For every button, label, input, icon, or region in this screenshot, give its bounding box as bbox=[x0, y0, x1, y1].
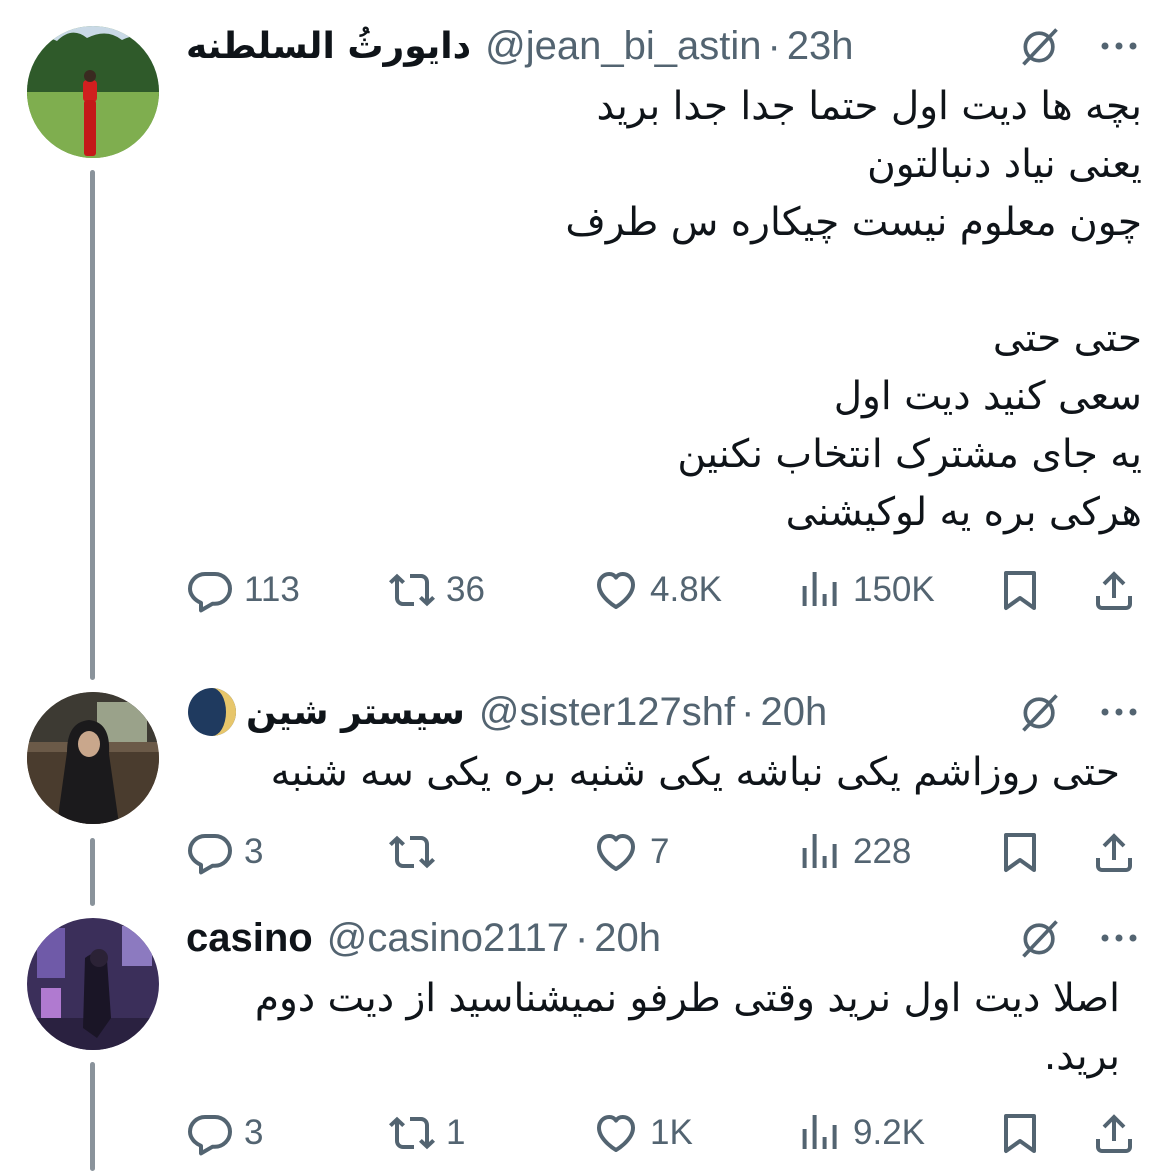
text-line: یه جای مشترک انتخاب نکنین bbox=[677, 432, 1142, 477]
reply-count: 3 bbox=[244, 832, 264, 871]
like-count: 7 bbox=[650, 832, 670, 871]
like-button[interactable]: 4.8K bbox=[592, 560, 722, 620]
bookmark-icon bbox=[996, 1109, 1044, 1157]
grok-icon[interactable] bbox=[1018, 24, 1062, 68]
bookmark-button[interactable] bbox=[996, 560, 1044, 620]
views-button[interactable]: 228 bbox=[795, 822, 911, 882]
more-icon[interactable] bbox=[1097, 928, 1141, 948]
repost-button[interactable]: 36 bbox=[388, 560, 485, 620]
timestamp[interactable]: 23h bbox=[787, 24, 854, 69]
text-line: برید. bbox=[1043, 1034, 1120, 1079]
reply-icon bbox=[186, 566, 234, 614]
views-count: 9.2K bbox=[853, 1113, 925, 1152]
avatar[interactable] bbox=[27, 26, 159, 158]
reply-icon bbox=[186, 1109, 234, 1157]
like-button[interactable]: 1K bbox=[592, 1103, 693, 1163]
separator-dot: · bbox=[741, 689, 755, 734]
share-button[interactable] bbox=[1090, 822, 1138, 882]
text-line: چون معلوم نیست چیکاره س طرف bbox=[565, 200, 1142, 245]
heart-icon bbox=[592, 828, 640, 876]
tweet-text: حتی روزاشم یکی نباشه یکی شنبه بره یکی سه… bbox=[271, 744, 1120, 802]
text-line: حتی حتی bbox=[992, 316, 1142, 361]
user-handle[interactable]: @jean_bi_astin bbox=[485, 24, 761, 69]
views-icon bbox=[795, 828, 843, 876]
views-icon bbox=[795, 566, 843, 614]
user-handle[interactable]: @sister127shf bbox=[479, 690, 735, 735]
repost-icon bbox=[388, 566, 436, 614]
grok-icon[interactable] bbox=[1018, 916, 1062, 960]
repost-icon bbox=[388, 828, 436, 876]
repost-button[interactable]: 1 bbox=[388, 1103, 465, 1163]
action-bar: 113 36 4.8K 150K bbox=[0, 560, 1170, 620]
separator-dot: · bbox=[767, 23, 781, 68]
user-handle[interactable]: @casino2117 bbox=[327, 916, 569, 961]
text-line: حتی روزاشم یکی نباشه یکی شنبه بره یکی سه… bbox=[270, 750, 1120, 795]
display-name[interactable]: سیستر شین bbox=[246, 692, 465, 733]
display-name[interactable]: casino bbox=[186, 916, 313, 961]
bookmark-icon bbox=[996, 828, 1044, 876]
repost-count: 1 bbox=[446, 1113, 466, 1152]
reply-count: 3 bbox=[244, 1113, 264, 1152]
tweet-header: دایورثُ السلطنه @jean_bi_astin · 23h bbox=[186, 18, 854, 74]
share-button[interactable] bbox=[1090, 560, 1138, 620]
share-icon bbox=[1090, 828, 1138, 876]
like-count: 1K bbox=[650, 1113, 693, 1152]
separator-dot: · bbox=[574, 915, 589, 960]
action-bar: 3 7 228 bbox=[0, 822, 1170, 882]
repost-count: 36 bbox=[446, 570, 485, 609]
text-line: یعنی نیاد دنبالتون bbox=[867, 142, 1142, 187]
views-button[interactable]: 9.2K bbox=[795, 1103, 925, 1163]
more-icon[interactable] bbox=[1097, 702, 1141, 722]
like-count: 4.8K bbox=[650, 570, 722, 609]
views-count: 228 bbox=[853, 832, 912, 871]
moon-badge-icon bbox=[188, 688, 236, 736]
views-icon bbox=[795, 1109, 843, 1157]
tweet-text: اصلا دیت اول نرید وقتی طرفو نمیشناسید از… bbox=[255, 970, 1120, 1086]
reply-button[interactable]: 113 bbox=[186, 560, 300, 620]
share-icon bbox=[1090, 1109, 1138, 1157]
text-line: سعی کنید دیت اول bbox=[833, 374, 1142, 419]
repost-icon bbox=[388, 1109, 436, 1157]
repost-button[interactable] bbox=[388, 822, 446, 882]
tweet-header: casino @casino2117 · 20h bbox=[186, 910, 661, 966]
tweet-text: بچه ها دیت اول حتما جدا جدا برید یعنی نی… bbox=[565, 78, 1142, 542]
reply-count: 113 bbox=[244, 570, 300, 609]
display-name[interactable]: دایورثُ السلطنه bbox=[186, 26, 471, 67]
avatar[interactable] bbox=[27, 918, 159, 1050]
heart-icon bbox=[592, 566, 640, 614]
text-line: اصلا دیت اول نرید وقتی طرفو نمیشناسید از… bbox=[254, 976, 1120, 1021]
reply-button[interactable]: 3 bbox=[186, 822, 263, 882]
heart-icon bbox=[592, 1109, 640, 1157]
text-line bbox=[565, 252, 1142, 310]
share-icon bbox=[1090, 566, 1138, 614]
grok-icon[interactable] bbox=[1018, 690, 1062, 734]
like-button[interactable]: 7 bbox=[592, 822, 669, 882]
timestamp[interactable]: 20h bbox=[594, 916, 661, 961]
reply-button[interactable]: 3 bbox=[186, 1103, 263, 1163]
views-button[interactable]: 150K bbox=[795, 560, 935, 620]
text-line: هرکی بره یه لوکیشنی bbox=[785, 490, 1142, 535]
more-icon[interactable] bbox=[1097, 36, 1141, 56]
text-line: بچه ها دیت اول حتما جدا جدا برید bbox=[596, 84, 1142, 129]
action-bar: 3 1 1K 9.2K bbox=[0, 1103, 1170, 1163]
share-button[interactable] bbox=[1090, 1103, 1138, 1163]
views-count: 150K bbox=[853, 570, 935, 609]
bookmark-button[interactable] bbox=[996, 1103, 1044, 1163]
reply-icon bbox=[186, 828, 234, 876]
avatar[interactable] bbox=[27, 692, 159, 824]
tweet-header: سیستر شین @sister127shf · 20h bbox=[186, 684, 827, 740]
bookmark-button[interactable] bbox=[996, 822, 1044, 882]
bookmark-icon bbox=[996, 566, 1044, 614]
timestamp[interactable]: 20h bbox=[760, 690, 827, 735]
